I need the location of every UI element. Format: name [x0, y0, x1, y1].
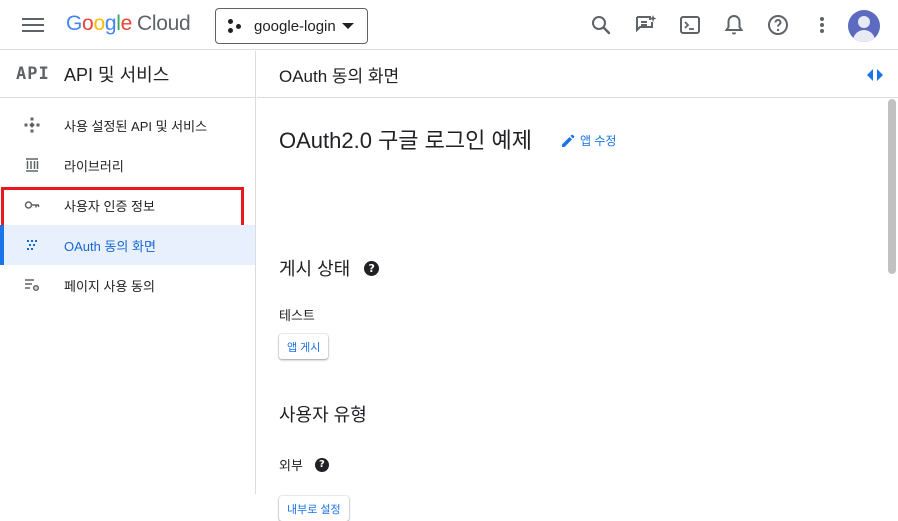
sidebar-item-label: 라이브러리: [64, 158, 124, 174]
main-header: OAuth 동의 화면: [257, 51, 898, 98]
menu-icon[interactable]: [22, 15, 44, 35]
publish-app-button[interactable]: 앱 게시: [279, 334, 329, 359]
main-panel: OAuth 동의 화면 OAuth2.0 구글 로그인 예제 앱 수정 게시 상…: [257, 51, 898, 521]
api-diamond-icon: [24, 117, 40, 133]
help-icon[interactable]: [766, 13, 790, 37]
publish-status-value: 테스트: [279, 305, 315, 324]
more-vert-icon[interactable]: [810, 13, 834, 37]
edit-app-link[interactable]: 앱 수정: [561, 132, 616, 149]
avatar-head: [858, 16, 870, 28]
sidebar-title: API 및 서비스: [64, 65, 170, 85]
user-type-heading-text: 사용자 유형: [279, 405, 367, 425]
app-title: OAuth2.0 구글 로그인 예제: [279, 128, 532, 153]
user-type-value: 외부 ?: [279, 455, 329, 474]
chevron-down-icon: [342, 23, 354, 29]
notes-icon[interactable]: [634, 13, 658, 37]
logo-cloud: Cloud: [136, 12, 191, 35]
oauth-grid-icon: [24, 237, 40, 253]
bell-icon[interactable]: [722, 13, 746, 37]
sidebar-item-credentials[interactable]: 사용자 인증 정보: [0, 185, 255, 231]
sidebar: API API 및 서비스 사용 설정된 API 및 서비스 라이브러리 사용자…: [0, 51, 256, 494]
google-cloud-logo[interactable]: Google Cloud: [66, 12, 191, 36]
api-logo: API: [16, 64, 50, 84]
logo-google: Google: [66, 12, 132, 35]
edit-app-label: 앱 수정: [580, 134, 617, 148]
user-type-heading: 사용자 유형: [279, 401, 367, 427]
make-internal-button[interactable]: 내부로 설정: [279, 496, 349, 521]
sidebar-item-oauth-consent[interactable]: OAuth 동의 화면: [0, 225, 255, 265]
sidebar-item-label: 사용 설정된 API 및 서비스: [64, 118, 208, 134]
avatar-body: [853, 30, 875, 42]
help-icon[interactable]: ?: [364, 260, 380, 276]
project-dots-icon: [228, 19, 242, 33]
help-icon[interactable]: ?: [314, 457, 329, 472]
avatar[interactable]: [848, 10, 880, 42]
sidebar-item-label: 페이지 사용 동의: [64, 278, 155, 294]
sidebar-nav: 사용 설정된 API 및 서비스 라이브러리 사용자 인증 정보 OAuth 동…: [0, 98, 255, 305]
sidebar-header: API API 및 서비스: [0, 51, 255, 98]
terminal-icon[interactable]: [678, 13, 702, 37]
sidebar-item-library[interactable]: 라이브러리: [0, 145, 255, 185]
project-name: google-login: [254, 17, 336, 35]
make-internal-button-label: 내부로 설정: [287, 503, 341, 516]
publish-status-heading: 게시 상태 ?: [279, 255, 380, 281]
search-icon[interactable]: [589, 13, 613, 37]
library-icon: [24, 157, 40, 173]
publish-status-value-text: 테스트: [279, 308, 315, 323]
scrollbar[interactable]: [888, 99, 896, 274]
sidebar-item-page-consent[interactable]: 페이지 사용 동의: [0, 265, 255, 305]
sidebar-item-label: 사용자 인증 정보: [64, 198, 155, 214]
key-icon: [24, 197, 40, 213]
publish-status-heading-text: 게시 상태: [279, 259, 351, 279]
page-title: OAuth 동의 화면: [279, 66, 400, 86]
sidebar-item-label: OAuth 동의 화면: [64, 238, 156, 254]
settings-list-icon: [24, 277, 40, 293]
top-bar: Google Cloud google-login: [0, 0, 898, 50]
user-type-value-text: 외부: [279, 458, 303, 473]
project-selector[interactable]: google-login: [215, 8, 368, 44]
pencil-icon: [562, 134, 575, 147]
collapse-panel-icon[interactable]: [866, 67, 884, 81]
publish-app-button-label: 앱 게시: [287, 341, 321, 354]
sidebar-item-enabled-apis[interactable]: 사용 설정된 API 및 서비스: [0, 105, 255, 145]
